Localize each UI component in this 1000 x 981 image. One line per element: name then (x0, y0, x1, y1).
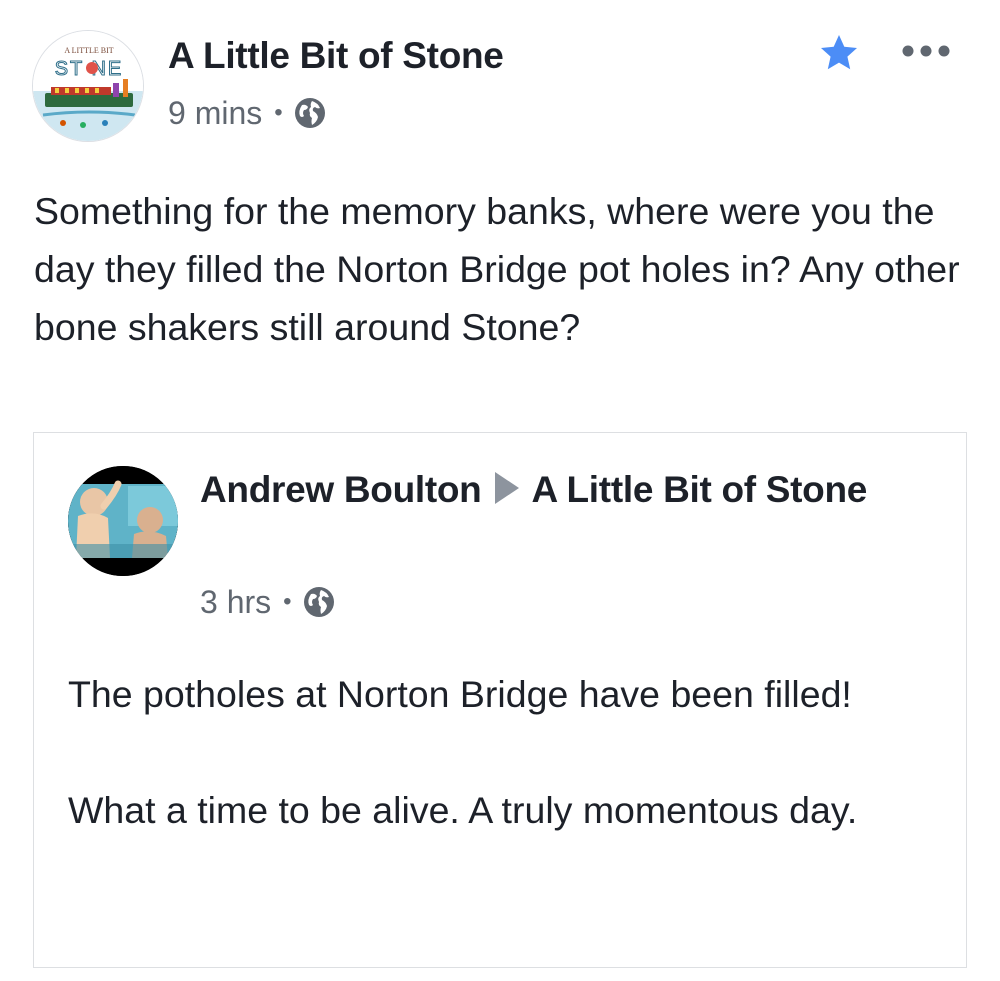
more-options-icon[interactable] (900, 40, 952, 62)
star-icon[interactable] (818, 32, 860, 74)
shared-author-avatar[interactable] (68, 466, 178, 576)
shared-post-card[interactable]: Andrew Boulton A Little Bit of Stone 3 hr… (33, 432, 967, 968)
meta-separator: • (274, 99, 283, 126)
page-avatar[interactable]: A LITTLE BIT ST NE (32, 30, 144, 142)
page-name[interactable]: A Little Bit of Stone (168, 32, 504, 80)
post-caption: Something for the memory banks, where we… (34, 190, 960, 348)
shared-post-paragraph: What a time to be alive. A truly momento… (68, 789, 858, 831)
post-meta: 9 mins • (168, 90, 327, 136)
post: A LITTLE BIT ST NE A Little Bit of Stone… (0, 0, 1000, 981)
shared-post-timestamp[interactable]: 3 hrs (200, 584, 271, 621)
shared-post-title: Andrew Boulton A Little Bit of Stone (200, 463, 920, 517)
shared-target-name[interactable]: A Little Bit of Stone (531, 469, 867, 510)
shared-author-name[interactable]: Andrew Boulton (200, 469, 482, 510)
svg-text:A LITTLE BIT: A LITTLE BIT (64, 46, 113, 55)
shared-post-paragraph: The potholes at Norton Bridge have been … (68, 673, 852, 715)
shared-post-meta: 3 hrs • (200, 580, 336, 624)
shared-post-body: The potholes at Norton Bridge have been … (68, 665, 938, 839)
share-arrow-icon (495, 472, 520, 504)
globe-icon[interactable] (293, 96, 327, 130)
post-timestamp[interactable]: 9 mins (168, 95, 262, 132)
meta-separator: • (283, 588, 292, 615)
globe-icon[interactable] (302, 585, 336, 619)
